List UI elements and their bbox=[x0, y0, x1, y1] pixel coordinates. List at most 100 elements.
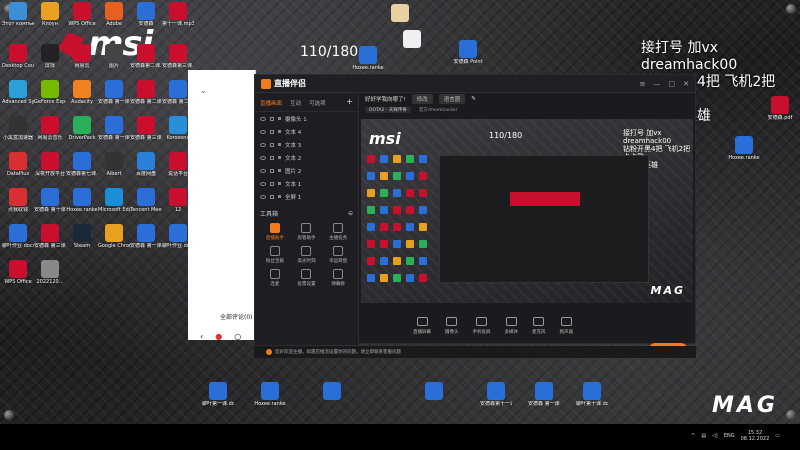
tool-item[interactable]: 连麦 bbox=[259, 269, 291, 287]
lock-icon[interactable] bbox=[270, 129, 274, 134]
visibility-icon[interactable] bbox=[260, 142, 266, 147]
scene-item[interactable]: 文本 4 bbox=[255, 125, 358, 138]
control-button[interactable]: 麦克风 bbox=[532, 317, 546, 335]
left-icon[interactable]: 安德森 第一课.docx bbox=[130, 224, 162, 249]
scene-item[interactable]: 全屏 1 bbox=[255, 190, 358, 203]
left-icon[interactable]: 安德森 第三课.docx bbox=[34, 224, 66, 249]
control-button[interactable]: 直播屏幕 bbox=[413, 317, 431, 335]
tool-item[interactable]: 粉丝宝箱 bbox=[259, 246, 291, 264]
left-icon[interactable]: 小黑盒加速器 bbox=[2, 116, 34, 141]
lock-icon[interactable] bbox=[270, 194, 274, 199]
left-icon[interactable]: 第十一课.mp3 bbox=[162, 2, 194, 27]
visibility-icon[interactable] bbox=[260, 194, 266, 199]
control-button[interactable]: 多媒体 bbox=[505, 317, 518, 335]
lock-icon[interactable] bbox=[270, 116, 274, 121]
bottom-icon[interactable]: 安德森 第一课.docx bbox=[528, 382, 560, 407]
tool-item[interactable]: 投票设置 bbox=[291, 269, 323, 287]
left-icon[interactable]: 安德森 第十课.docx bbox=[34, 188, 66, 213]
tools-expand-icon[interactable]: ⊖ bbox=[348, 210, 353, 217]
top-icon[interactable] bbox=[396, 30, 428, 49]
left-icon[interactable]: Клоун bbox=[34, 2, 66, 27]
left-icon[interactable]: 屏择 bbox=[34, 44, 66, 69]
left-icon[interactable]: GeForce Experience bbox=[34, 80, 66, 105]
scene-item[interactable]: 文本 3 bbox=[255, 138, 358, 151]
volume-icon[interactable]: ◁) bbox=[712, 433, 718, 439]
control-button[interactable]: 摄像头 bbox=[445, 317, 459, 335]
top-icon[interactable]: 安德森 Point bbox=[452, 40, 484, 65]
left-icon[interactable]: 2022120... bbox=[34, 260, 66, 285]
visibility-icon[interactable] bbox=[260, 168, 266, 173]
lock-icon[interactable] bbox=[270, 168, 274, 173]
left-icon[interactable]: Google Chrome bbox=[98, 224, 130, 249]
tool-item[interactable]: 弹幕姬 bbox=[322, 269, 354, 287]
left-icon[interactable]: Advanced SystemCare bbox=[2, 80, 34, 105]
left-icon[interactable]: 图片 bbox=[98, 44, 130, 69]
left-icon[interactable]: Microsoft Edge bbox=[98, 188, 130, 213]
lock-icon[interactable] bbox=[270, 181, 274, 186]
heart-icon[interactable]: ● bbox=[215, 332, 222, 346]
left-icon[interactable]: Tencent Meeting bbox=[130, 188, 162, 213]
minimize-icon[interactable]: — bbox=[654, 80, 661, 88]
left-icon[interactable]: 安德森 第一课.docx bbox=[98, 116, 130, 141]
left-icon[interactable]: Audacity bbox=[66, 80, 98, 105]
left-icon[interactable]: 百度网盘 bbox=[130, 152, 162, 177]
lock-icon[interactable] bbox=[270, 155, 274, 160]
left-icon[interactable]: 安德森第三课.mp3 bbox=[162, 44, 194, 69]
tool-item[interactable]: 主播任务 bbox=[322, 223, 354, 241]
bottom-icon[interactable]: 聊叶第十课.docx bbox=[576, 382, 608, 407]
left-icon[interactable]: Adobe bbox=[98, 2, 130, 27]
language-indicator[interactable]: ENG bbox=[724, 433, 735, 439]
left-icon[interactable]: 点我取钱 bbox=[2, 188, 34, 213]
tool-item[interactable]: 直播助手 bbox=[259, 223, 291, 241]
control-button[interactable]: 扬声器 bbox=[560, 317, 573, 335]
chevron-down-icon[interactable]: ⌄ bbox=[200, 86, 207, 95]
edit-icon[interactable]: ✎ bbox=[471, 96, 476, 102]
left-icon[interactable]: 安德森第七课.docx bbox=[66, 152, 98, 177]
chevron-up-icon[interactable]: ^ bbox=[691, 433, 695, 439]
scene-item[interactable]: 文本 2 bbox=[255, 151, 358, 164]
left-icon[interactable]: Steam bbox=[66, 224, 98, 249]
lock-icon[interactable] bbox=[270, 142, 274, 147]
left-icon[interactable]: 网易云 bbox=[66, 44, 98, 69]
left-icon[interactable]: 安德森 第三课.mp3 bbox=[130, 116, 162, 141]
tab-options[interactable]: 可选项 bbox=[309, 99, 326, 107]
add-scene-icon[interactable]: + bbox=[346, 98, 353, 107]
maximize-icon[interactable]: □ bbox=[669, 80, 676, 88]
notifications-icon[interactable]: ▭ bbox=[775, 433, 780, 439]
left-icon[interactable]: Desktop Countdown bbox=[2, 44, 34, 69]
tab-interact[interactable]: 互动 bbox=[290, 99, 301, 107]
tab-live-screen[interactable]: 直播画面 bbox=[260, 99, 282, 107]
tool-item[interactable]: 高光时刻 bbox=[291, 246, 323, 264]
visibility-icon[interactable] bbox=[260, 181, 266, 186]
network-icon[interactable]: ▤ bbox=[701, 433, 706, 439]
all-comments-label[interactable]: 全部评论(0) bbox=[220, 312, 253, 321]
left-icon[interactable]: DataPlus bbox=[2, 152, 34, 177]
visibility-icon[interactable] bbox=[260, 129, 266, 134]
left-icon[interactable]: 网易云音乐 bbox=[34, 116, 66, 141]
left-icon[interactable]: WPS Office bbox=[2, 260, 34, 285]
left-icon[interactable]: Hoxee.ranke bbox=[66, 188, 98, 213]
bottom-icon[interactable] bbox=[316, 382, 348, 401]
stream-category-pill[interactable]: 语言圈 bbox=[438, 94, 466, 104]
left-icon[interactable]: 深夜开放平台 bbox=[34, 152, 66, 177]
tool-item[interactable]: 幸运转盘 bbox=[322, 246, 354, 264]
game-label[interactable]: DOTA2 - 天辉传奇 bbox=[365, 107, 411, 113]
left-icon[interactable]: DriverPack bbox=[66, 116, 98, 141]
scene-item[interactable]: 文本 1 bbox=[255, 177, 358, 190]
top-icon[interactable]: Hoxee.ranke bbox=[352, 46, 384, 71]
bottom-icon[interactable]: 安德森第十一课.docx bbox=[480, 382, 512, 407]
left-icon[interactable]: 安德森 第二课.docx bbox=[130, 80, 162, 105]
left-icon[interactable]: WPS Office bbox=[66, 2, 98, 27]
left-icon[interactable]: 安德森 第一课.docx bbox=[98, 80, 130, 105]
menu-icon[interactable]: ≡ bbox=[640, 80, 646, 88]
left-icon[interactable]: Этот компьютер bbox=[2, 2, 34, 27]
control-button[interactable]: 手机投屏 bbox=[473, 317, 491, 335]
visibility-icon[interactable] bbox=[260, 155, 266, 160]
clock[interactable]: 15:32 08.12.2022 bbox=[741, 430, 770, 442]
right-icon[interactable]: Hoxee.ranke bbox=[728, 136, 760, 161]
edit-title-button[interactable]: 修改 bbox=[411, 94, 433, 104]
bottom-icon[interactable]: 聊叶第一课.docx bbox=[202, 382, 234, 407]
tool-item[interactable]: 房管助手 bbox=[291, 223, 323, 241]
bottom-icon[interactable] bbox=[418, 382, 450, 401]
scene-item[interactable]: 图片 2 bbox=[255, 164, 358, 177]
